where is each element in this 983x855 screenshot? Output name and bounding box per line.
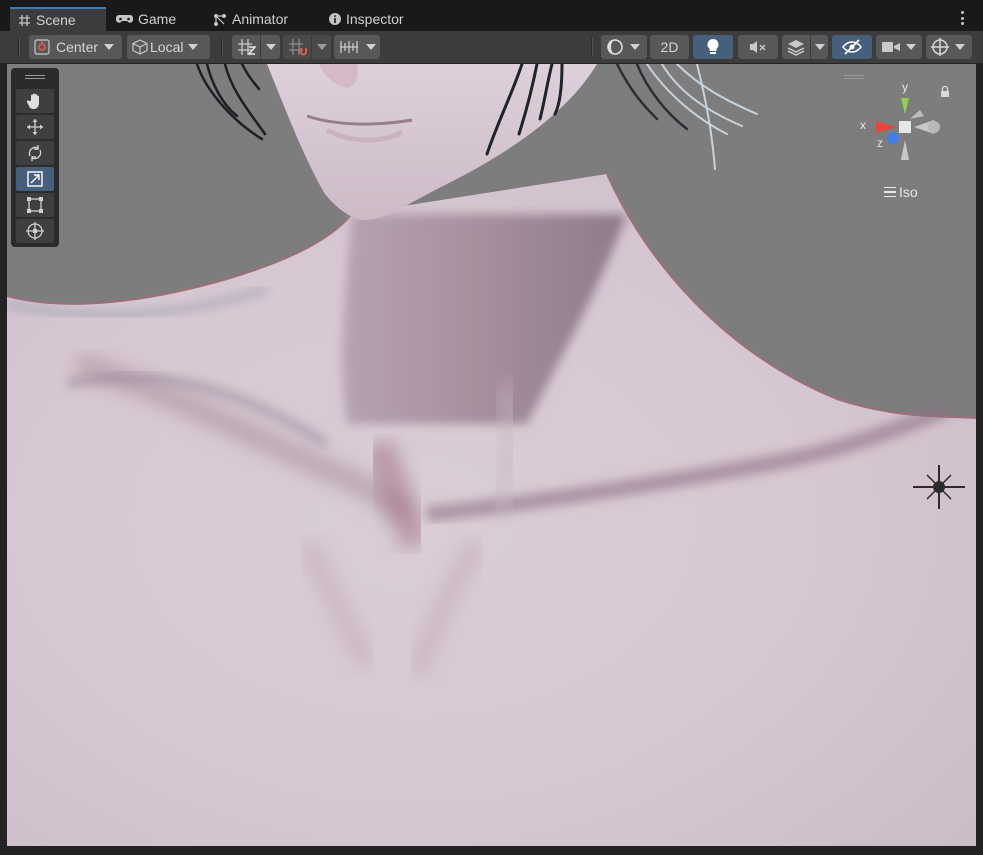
scene-render bbox=[7, 64, 976, 846]
axis-z-label: z bbox=[877, 136, 883, 150]
axis-y-label: y bbox=[902, 80, 908, 94]
scene-grid-icon bbox=[19, 14, 30, 26]
projection-label: Iso bbox=[899, 184, 918, 200]
gamepad-icon bbox=[116, 14, 133, 23]
toolbar-grip[interactable] bbox=[221, 38, 223, 56]
chevron-down-icon bbox=[955, 44, 965, 50]
info-icon bbox=[329, 13, 341, 25]
viewport-border-left bbox=[0, 64, 7, 855]
move-arrows-icon bbox=[27, 119, 43, 135]
scene-camera-dropdown[interactable] bbox=[876, 35, 922, 59]
rect-tool-button[interactable] bbox=[16, 193, 54, 217]
menu-lines-icon bbox=[884, 187, 896, 197]
chevron-down-icon bbox=[366, 44, 376, 50]
pivot-mode-label: Center bbox=[56, 39, 99, 55]
scale-tool-button[interactable] bbox=[16, 167, 54, 191]
scene-effects-dropdown[interactable] bbox=[782, 35, 828, 59]
tab-scene-label: Scene bbox=[36, 12, 76, 28]
scene-lighting-toggle[interactable] bbox=[693, 35, 733, 59]
scene-audio-toggle[interactable] bbox=[738, 35, 778, 59]
axis-gizmo-icon: y x z bbox=[860, 80, 949, 160]
tools-overlay bbox=[11, 68, 59, 247]
transform-tool-button[interactable] bbox=[16, 219, 54, 243]
gizmos-dropdown[interactable] bbox=[926, 35, 972, 59]
chevron-down-icon bbox=[815, 44, 825, 50]
grid-visibility-dropdown[interactable] bbox=[232, 35, 280, 59]
chevron-down-icon bbox=[317, 44, 327, 50]
pivot-center-icon bbox=[34, 39, 50, 55]
gizmos-icon bbox=[931, 38, 949, 56]
cube-local-icon bbox=[132, 39, 148, 55]
grid-snapping-dropdown[interactable] bbox=[283, 35, 331, 59]
hand-tool-button[interactable] bbox=[16, 89, 54, 113]
transform-icon bbox=[26, 222, 44, 240]
editor-tab-bar: Scene Game Animator Inspector bbox=[0, 0, 983, 31]
animator-icon bbox=[214, 13, 226, 26]
axis-x-label: x bbox=[860, 118, 866, 132]
toggle-2d-label: 2D bbox=[660, 39, 679, 55]
increment-snap-dropdown[interactable] bbox=[334, 35, 380, 59]
lightbulb-icon bbox=[707, 39, 719, 54]
viewport-border-right bbox=[976, 64, 983, 855]
pivot-mode-dropdown[interactable]: Center bbox=[29, 35, 122, 59]
overlay-drag-handle[interactable] bbox=[25, 75, 45, 79]
more-options-icon[interactable] bbox=[955, 9, 969, 27]
chevron-down-icon bbox=[266, 44, 276, 50]
toolbar-grip[interactable] bbox=[18, 38, 20, 56]
pivot-rotation-dropdown[interactable]: Local bbox=[127, 35, 210, 59]
scene-viewport[interactable] bbox=[7, 64, 976, 846]
tab-game-label: Game bbox=[138, 11, 177, 27]
grid-snap-icon bbox=[289, 39, 307, 56]
rotate-tool-button[interactable] bbox=[16, 141, 54, 165]
eye-hidden-icon bbox=[842, 39, 862, 55]
tab-animator[interactable]: Animator bbox=[205, 7, 296, 31]
chevron-down-icon bbox=[630, 44, 640, 50]
grid-z-icon bbox=[238, 39, 257, 55]
viewport-border-bottom bbox=[0, 846, 983, 855]
camera-icon bbox=[882, 42, 900, 52]
tab-scene[interactable]: Scene bbox=[10, 7, 106, 31]
draw-mode-dropdown[interactable] bbox=[601, 35, 647, 59]
toggle-2d-button[interactable]: 2D bbox=[650, 35, 689, 59]
chevron-down-icon bbox=[188, 44, 199, 50]
rotate-icon bbox=[28, 145, 42, 161]
lock-icon[interactable] bbox=[941, 85, 949, 98]
toolbar-grip[interactable] bbox=[591, 38, 593, 56]
chevron-down-icon bbox=[906, 44, 916, 50]
projection-toggle[interactable]: Iso bbox=[884, 184, 918, 200]
rect-transform-icon bbox=[27, 197, 43, 213]
chevron-down-icon bbox=[104, 44, 115, 50]
tab-inspector-label: Inspector bbox=[346, 11, 404, 27]
scene-visibility-toggle[interactable] bbox=[832, 35, 872, 59]
hand-icon bbox=[26, 93, 39, 109]
audio-mute-icon bbox=[750, 41, 766, 53]
move-tool-button[interactable] bbox=[16, 115, 54, 139]
scene-toolbar: Center Local 2D bbox=[0, 31, 983, 64]
ruler-snap-icon bbox=[340, 41, 358, 53]
tab-inspector[interactable]: Inspector bbox=[321, 7, 412, 31]
effects-layers-icon bbox=[787, 40, 805, 56]
scale-icon bbox=[27, 171, 43, 187]
tab-game[interactable]: Game bbox=[108, 7, 184, 31]
tab-animator-label: Animator bbox=[232, 11, 289, 27]
pivot-rotation-label: Local bbox=[150, 39, 184, 55]
shading-sphere-icon bbox=[607, 39, 623, 55]
